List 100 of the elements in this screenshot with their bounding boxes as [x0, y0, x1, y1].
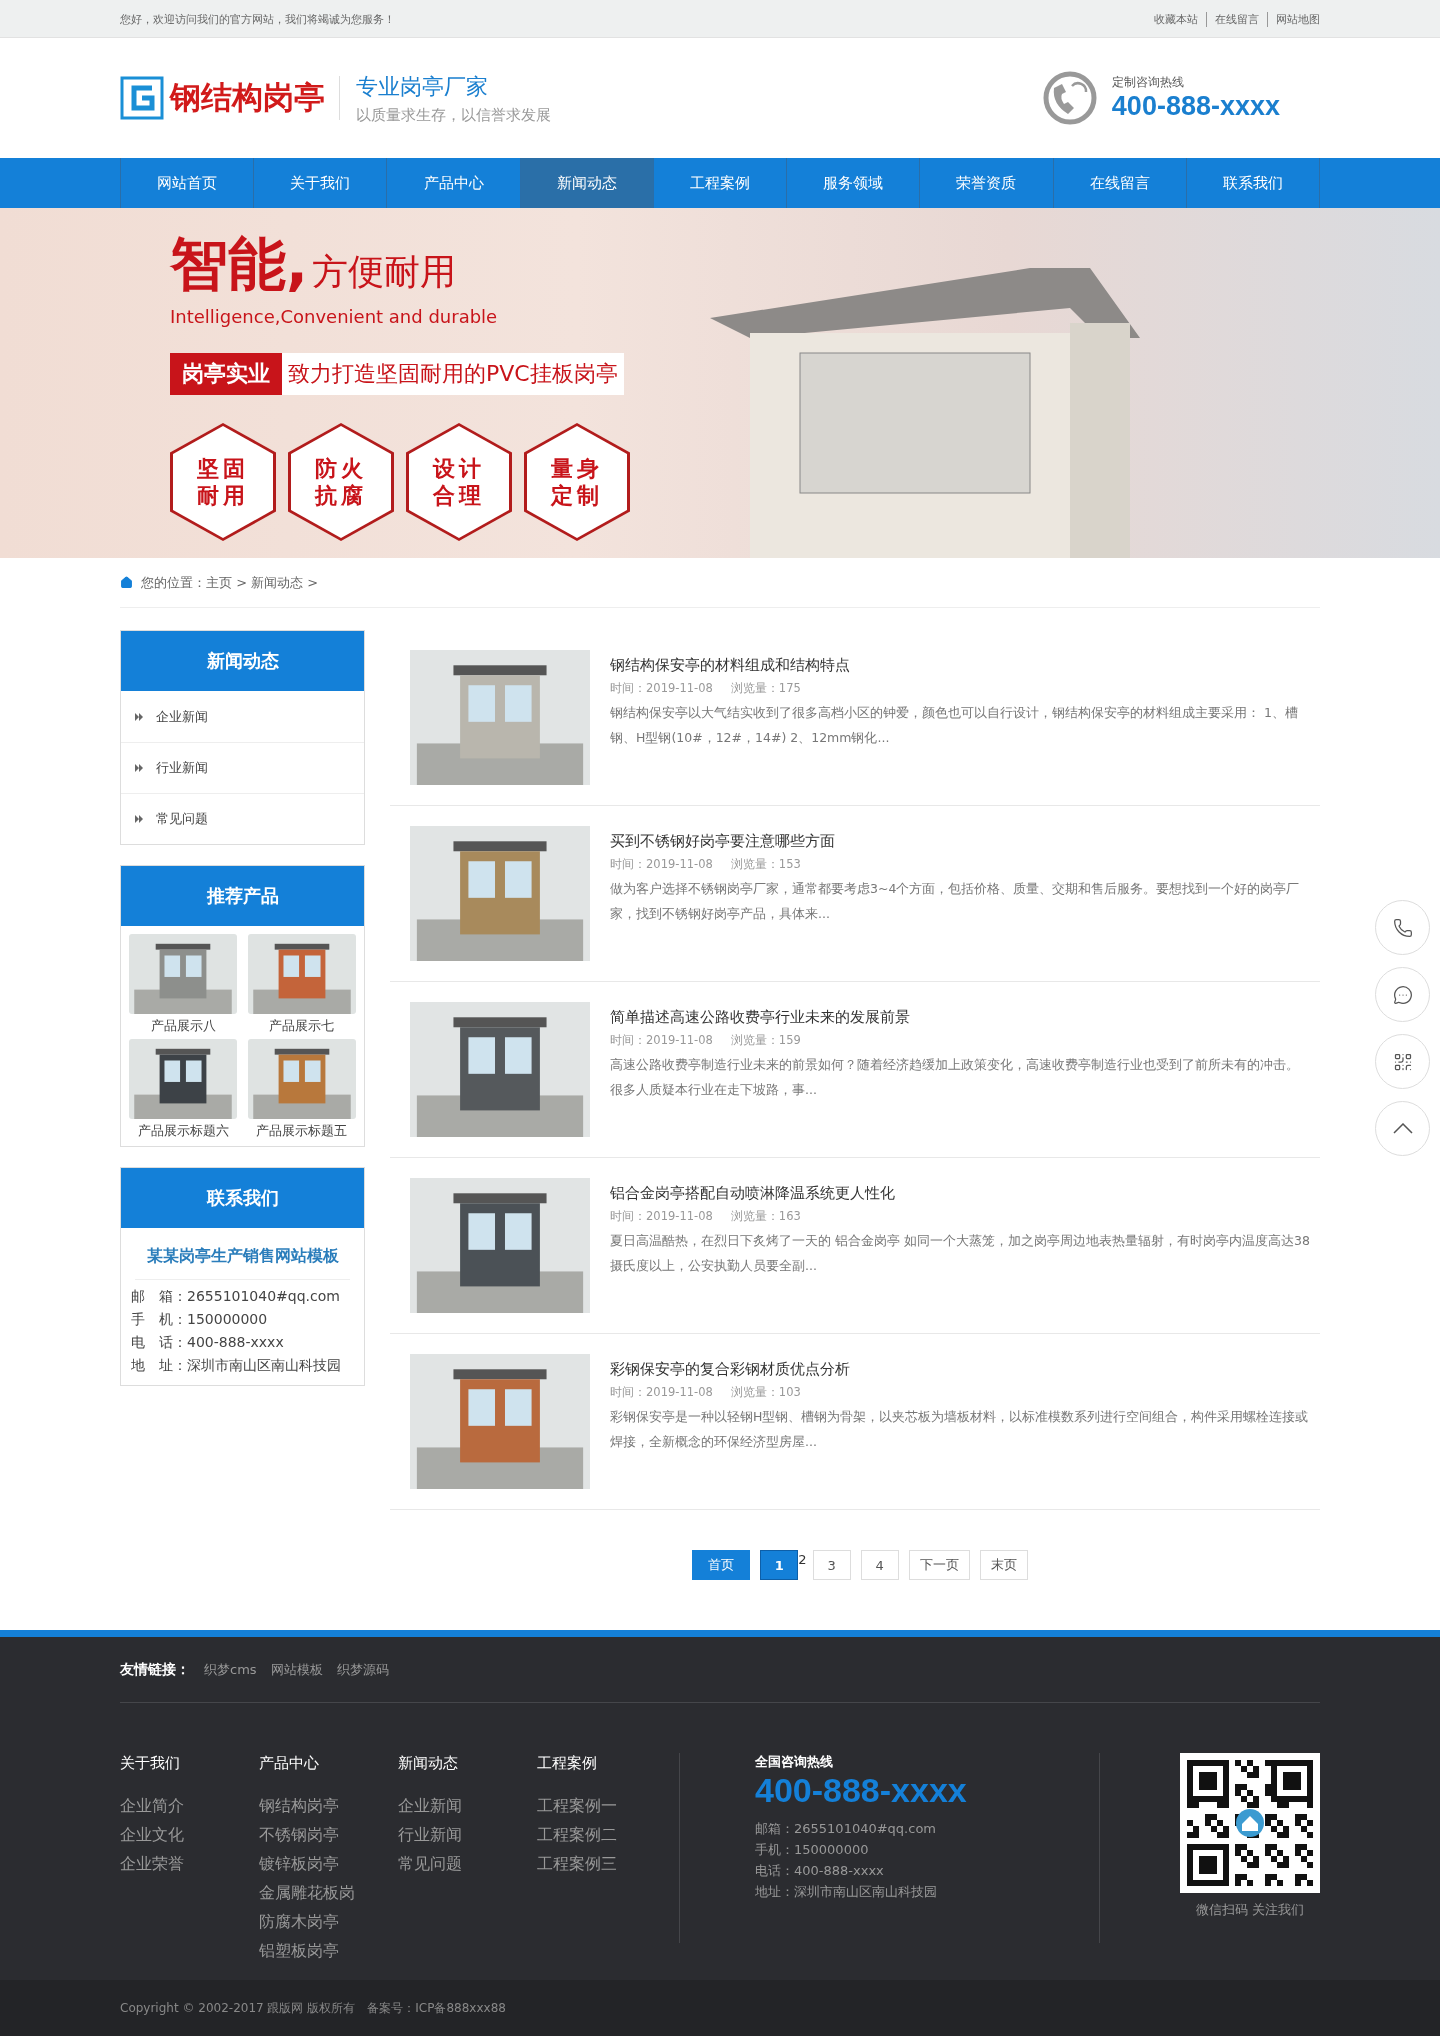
footer-contact-line: 手机：150000000	[755, 1841, 870, 1859]
footer-link[interactable]: 行业新闻	[398, 1825, 537, 1845]
news-views: 浏览量：153	[730, 857, 801, 872]
news-summary: 高速公路收费亭制造行业未来的前景如何？随着经济趋缓加上政策变化，高速收费亭制造行业也受到了前所未有的冲击。很多人质疑本行业在走下坡路，事...	[610, 1056, 1300, 1099]
news-date: 时间：2019-11-08	[610, 681, 713, 696]
first-page-button[interactable]: 首页	[692, 1550, 751, 1580]
footer-column-title: 新闻动态	[398, 1753, 459, 1773]
sidebar-item[interactable]: 行业新闻	[121, 742, 364, 793]
footer-contact-line: 邮箱：2655101040#qq.com	[755, 1820, 937, 1838]
footer-column-title: 产品中心	[259, 1753, 320, 1773]
product-name[interactable]: 产品展示标题五	[256, 1123, 348, 1140]
chevron-up-icon	[1392, 1123, 1413, 1134]
banner-headline: 方便耐用	[312, 250, 457, 294]
footer-column-title: 关于我们	[120, 1753, 181, 1773]
footer-link[interactable]: 工程案例三	[537, 1854, 676, 1874]
sidebar-heading: 新闻动态	[121, 631, 364, 691]
footer-contact-line: 地址：深圳市南山区南山科技园	[755, 1883, 938, 1901]
news-title[interactable]: 彩钢保安亭的复合彩钢材质优点分析	[610, 1360, 1310, 1379]
news-date: 时间：2019-11-08	[610, 857, 713, 872]
nav-item[interactable]: 新闻动态	[520, 158, 654, 208]
news-summary: 夏日高温酷热，在烈日下炙烤了一天的 铝合金岗亭 如同一个大蒸笼，加之岗亭周边地表热量辐射，有时岗亭内温度高达38摄氏度以上，公安执勤人员要全副...	[610, 1232, 1310, 1275]
welcome-text: 您好，欢迎访问我们的官方网站，我们将竭诚为您服务！	[120, 11, 395, 27]
sidebar-item[interactable]: 常见问题	[121, 793, 364, 844]
footer-link[interactable]: 工程案例二	[537, 1825, 676, 1845]
news-title[interactable]: 买到不锈钢好岗亭要注意哪些方面	[610, 832, 1310, 851]
news-views: 浏览量：175	[730, 681, 801, 696]
page-button[interactable]: 末页	[979, 1550, 1028, 1580]
friend-link[interactable]: 织梦cms	[204, 1660, 257, 1679]
top-link[interactable]: 在线留言	[1206, 11, 1259, 27]
news-date: 时间：2019-11-08	[610, 1385, 713, 1400]
news-summary: 钢结构保安亭以大气结实收到了很多高档小区的钟爱，颜色也可以自行设计，钢结构保安亭的材料组成主要采用： 1、槽钢、H型钢(10#，12#，14#) 2、12mm钢化...	[610, 704, 1299, 747]
hotline-label: 定制咨询热线	[1111, 74, 1185, 91]
product-name[interactable]: 产品展示八	[150, 1018, 216, 1035]
footer-link[interactable]: 工程案例一	[537, 1796, 676, 1816]
logo-text: 钢结构岗亭	[170, 78, 325, 117]
feature-hexagon: 防火 抗腐	[288, 423, 394, 541]
page-button[interactable]: 1	[760, 1550, 799, 1580]
footer-link[interactable]: 金属雕花板岗	[259, 1883, 398, 1903]
double-arrow-icon	[135, 712, 144, 721]
sidebar-heading: 联系我们	[121, 1168, 364, 1228]
news-summary: 做为客户选择不锈钢岗亭厂家，通常都要考虑3~4个方面，包括价格、质量、交期和售后服务。要想找到一个好的岗亭厂家，找到不锈钢好岗亭产品，具体来...	[610, 880, 1301, 923]
footer-link[interactable]: 常见问题	[398, 1854, 537, 1874]
slogan: 专业岗亭厂家	[356, 72, 489, 101]
news-date: 时间：2019-11-08	[610, 1209, 713, 1224]
chat-icon	[1392, 984, 1413, 1005]
banner-headline: 智能,	[170, 229, 309, 300]
footer-link[interactable]: 铝塑板岗亭	[259, 1941, 398, 1961]
feature-hexagon: 量身 定制	[524, 423, 630, 541]
top-link[interactable]: 网站地图	[1267, 11, 1320, 27]
footer-contact-line: 电话：400-888-xxxx	[755, 1862, 885, 1880]
footer-link[interactable]: 钢结构岗亭	[259, 1796, 398, 1816]
double-arrow-icon	[135, 764, 144, 772]
qr-code-icon	[1392, 1051, 1413, 1072]
company-name: 某某岗亭生产销售网站模板	[135, 1228, 350, 1280]
news-title[interactable]: 钢结构保安亭的材料组成和结构特点	[610, 656, 1310, 675]
news-views: 浏览量：163	[730, 1209, 801, 1224]
banner-tagline: 致力打造坚固耐用的PVC挂板岗亭	[282, 353, 624, 395]
footer-link[interactable]: 防腐木岗亭	[259, 1912, 398, 1932]
footer-link[interactable]: 镀锌板岗亭	[259, 1854, 398, 1874]
breadcrumb-text: 您的位置：主页 > 新闻动态 >	[141, 573, 319, 592]
sub-slogan: 以质量求生存，以信誉求发展	[356, 105, 551, 125]
copyright-text: Copyright © 2002-2017 跟版网 版权所有 备案号：ICP备888xxx88	[120, 1999, 506, 2017]
product-name[interactable]: 产品展示标题六	[137, 1123, 229, 1140]
news-title[interactable]: 简单描述高速公路收费亭行业未来的发展前景	[610, 1008, 1310, 1027]
banner-english-text: Intelligence,Convenient and durable	[170, 306, 499, 327]
page-button[interactable]: 4	[860, 1550, 899, 1580]
news-date: 时间：2019-11-08	[610, 1033, 713, 1048]
phone-icon	[1392, 917, 1413, 938]
footer-hotline-number: 400-888-xxxx	[755, 1771, 968, 1810]
footer-link[interactable]: 企业文化	[120, 1825, 259, 1845]
page-button[interactable]: 3	[812, 1550, 851, 1580]
news-views: 浏览量：159	[730, 1033, 801, 1048]
feature-hexagon: 设计 合理	[406, 423, 512, 541]
logo-icon	[120, 76, 164, 120]
friend-link[interactable]: 织梦源码	[336, 1660, 389, 1679]
contact-line: 地 址：深圳市南山区南山科技园	[131, 1357, 342, 1375]
product-name[interactable]: 产品展示七	[269, 1018, 335, 1035]
footer-link[interactable]: 不锈钢岗亭	[259, 1825, 398, 1845]
footer-hotline-label: 全国咨询热线	[755, 1753, 834, 1771]
top-link[interactable]: 收藏本站	[1146, 11, 1198, 27]
footer-link[interactable]: 企业新闻	[398, 1796, 537, 1816]
double-arrow-icon	[135, 815, 144, 823]
banner-tag: 岗亭实业	[170, 353, 282, 395]
home-icon	[120, 576, 133, 589]
sidebar-heading: 推荐产品	[121, 866, 364, 926]
phone-24h-icon	[1041, 70, 1098, 126]
feature-hexagon: 坚固 耐用	[170, 423, 276, 541]
footer-link[interactable]: 企业荣誉	[120, 1854, 259, 1874]
contact-line: 手 机：150000000	[131, 1311, 269, 1329]
page-button[interactable]: 下一页	[908, 1550, 970, 1580]
sidebar-item[interactable]: 企业新闻	[121, 691, 364, 742]
footer-column-title: 工程案例	[537, 1753, 598, 1773]
qr-caption: 微信扫码 关注我们	[1194, 1901, 1306, 1919]
contact-line: 电 话：400-888-xxxx	[131, 1334, 285, 1352]
footer-link[interactable]: 企业简介	[120, 1796, 259, 1816]
friend-links-label: 友情链接：	[120, 1660, 190, 1679]
page-link[interactable]: 2	[798, 1550, 807, 1567]
news-title[interactable]: 铝合金岗亭搭配自动喷淋降温系统更人性化	[610, 1184, 1310, 1203]
news-views: 浏览量：103	[730, 1385, 801, 1400]
friend-link[interactable]: 网站模板	[270, 1660, 323, 1679]
